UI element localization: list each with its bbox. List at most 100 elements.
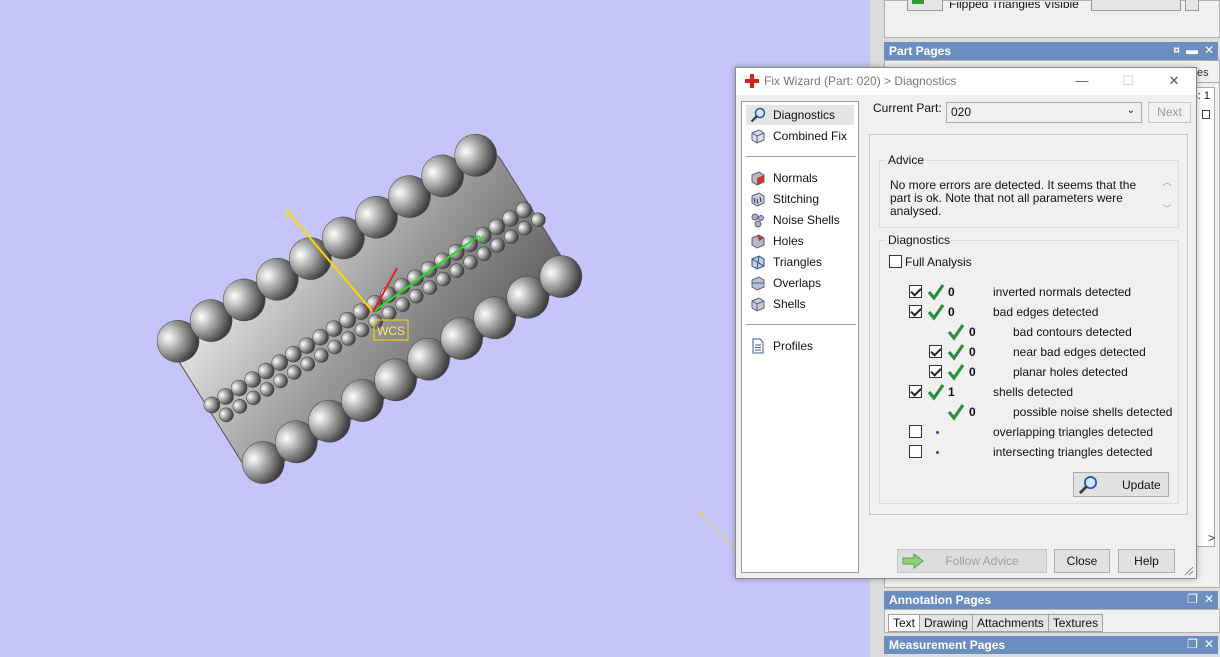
green-check-icon [947, 344, 965, 361]
next-button[interactable]: Next [1148, 102, 1191, 123]
combined-fix-icon [751, 129, 765, 144]
green-check-icon [927, 304, 945, 321]
overlapping-triangles-checkbox[interactable] [909, 425, 922, 438]
nav-item-diagnostics[interactable]: Diagnostics [746, 105, 854, 125]
nav-label: Noise Shells [773, 213, 840, 227]
stitching-icon [751, 192, 765, 207]
nav-label: Combined Fix [773, 129, 848, 143]
resize-grip-icon[interactable] [1182, 564, 1194, 576]
full-analysis-checkbox[interactable] [889, 255, 902, 268]
full-analysis-label: Full Analysis [905, 255, 972, 269]
bad-edges-checkbox[interactable] [909, 305, 922, 318]
annotation-pages-body: Text Drawing Attachments Textures [884, 609, 1220, 633]
diag-label: bad contours detected [1013, 325, 1132, 339]
advice-scrollbar[interactable]: ︿ ﹀ [1160, 175, 1174, 221]
nav-item-profiles[interactable]: Profiles [746, 336, 854, 356]
tab-text[interactable]: Text [888, 614, 921, 632]
minimize-icon[interactable]: ▬ [1186, 43, 1198, 57]
shells-checkbox[interactable] [909, 385, 922, 398]
tab-attachments[interactable]: Attachments [972, 614, 1049, 632]
document-icon [752, 338, 764, 354]
close-icon[interactable]: ✕ [1204, 592, 1214, 606]
current-part-select[interactable]: 020 ⌄ [946, 102, 1142, 123]
follow-advice-button[interactable]: Follow Advice [897, 549, 1047, 573]
minimize-icon[interactable]: — [1062, 70, 1102, 92]
close-icon[interactable]: ✕ [1204, 43, 1214, 57]
wcs-label: WCS [377, 324, 405, 338]
current-part-label: Current Part: [873, 101, 942, 115]
diag-label: bad edges detected [993, 305, 1099, 319]
pin-icon[interactable]: ¤ [1173, 43, 1180, 57]
tab-textures[interactable]: Textures [1047, 614, 1104, 632]
nav-item-normals[interactable]: Normals [746, 168, 854, 188]
nav-item-holes[interactable]: Holes [746, 231, 854, 251]
intersecting-triangles-checkbox[interactable] [909, 445, 922, 458]
nav-separator [746, 324, 856, 325]
close-icon[interactable]: ✕ [1204, 637, 1214, 651]
mini-axis-line [697, 510, 736, 549]
inverted-normals-checkbox[interactable] [909, 285, 922, 298]
restore-icon[interactable]: ❐ [1187, 592, 1198, 606]
diag-count: 0 [969, 405, 976, 419]
x-axis-label: x [478, 231, 484, 245]
page-icon [1202, 110, 1210, 119]
nav-item-stitching[interactable]: Stitching [746, 189, 854, 209]
green-check-icon [947, 364, 965, 381]
maximize-icon[interactable]: ☐ [1108, 70, 1148, 92]
close-button[interactable]: Close [1054, 549, 1110, 573]
close-window-icon[interactable]: ✕ [1154, 70, 1194, 92]
nav-label: Diagnostics [773, 108, 836, 122]
nav-label: Profiles [773, 339, 814, 353]
magnifier-icon [750, 107, 766, 123]
dialog-titlebar[interactable]: Fix Wizard (Part: 020) > Diagnostics — ☐… [736, 68, 1196, 95]
update-label: Update [1122, 478, 1161, 492]
part-pages-header: Part Pages ¤ ▬ ✕ [884, 42, 1218, 60]
overlaps-icon [751, 276, 765, 291]
nav-label: Holes [773, 234, 804, 248]
scroll-down-icon[interactable]: ﹀ [1160, 202, 1174, 215]
flipped-triangles-button[interactable] [907, 0, 943, 11]
diag-count: 0 [969, 345, 976, 359]
diag-label: overlapping triangles detected [993, 425, 1154, 439]
partial-small-button[interactable] [1185, 0, 1199, 11]
tab-drawing[interactable]: Drawing [919, 614, 974, 632]
nav-separator [746, 156, 856, 157]
nav-item-triangles[interactable]: Triangles [746, 252, 854, 272]
diag-label: intersecting triangles detected [993, 445, 1153, 459]
status-dot-icon [936, 431, 939, 434]
red-cross-icon [745, 74, 759, 88]
nav-label: Normals [773, 171, 818, 185]
nav-label: Triangles [773, 255, 822, 269]
nav-item-shells[interactable]: Shells [746, 294, 854, 314]
diag-count: 0 [948, 305, 955, 319]
fix-wizard-dialog: Fix Wizard (Part: 020) > Diagnostics — ☐… [735, 67, 1197, 579]
diagnostics-panel: Advice No more errors are detected. It s… [869, 134, 1188, 515]
render-options-box: Flipped Triangles Visible [884, 0, 1220, 38]
nav-item-overlaps[interactable]: Overlaps [746, 273, 854, 293]
scroll-right-icon[interactable]: > [1208, 531, 1215, 545]
part-pages-title: Part Pages [889, 44, 952, 58]
diag-count: 0 [969, 325, 976, 339]
diag-count: 0 [969, 365, 976, 379]
part-pages-tab-partial[interactable]: es [1197, 67, 1209, 79]
nav-label: Shells [773, 297, 806, 311]
nav-item-noise-shells[interactable]: Noise Shells [746, 210, 854, 230]
shells-icon [751, 297, 765, 312]
chevron-down-icon: ⌄ [1126, 105, 1135, 116]
diag-label: shells detected [993, 385, 1074, 399]
near-bad-edges-checkbox[interactable] [929, 345, 942, 358]
diag-count: 1 [948, 385, 955, 399]
wizard-nav-list: Diagnostics Combined Fix Normals Stitchi… [741, 101, 859, 573]
advice-title: Advice [886, 153, 927, 167]
nav-item-combined-fix[interactable]: Combined Fix [746, 126, 854, 146]
scroll-up-icon[interactable]: ︿ [1160, 175, 1174, 188]
update-button[interactable]: Update [1073, 472, 1169, 497]
holes-icon [751, 234, 765, 249]
restore-icon[interactable]: ❐ [1187, 637, 1198, 651]
partial-button[interactable] [1091, 0, 1181, 11]
help-button[interactable]: Help [1118, 549, 1175, 573]
planar-holes-checkbox[interactable] [929, 365, 942, 378]
annotation-pages-header: Annotation Pages ❐ ✕ [884, 591, 1218, 609]
triangles-icon [751, 255, 765, 270]
mini-axis-label: x [697, 509, 703, 521]
